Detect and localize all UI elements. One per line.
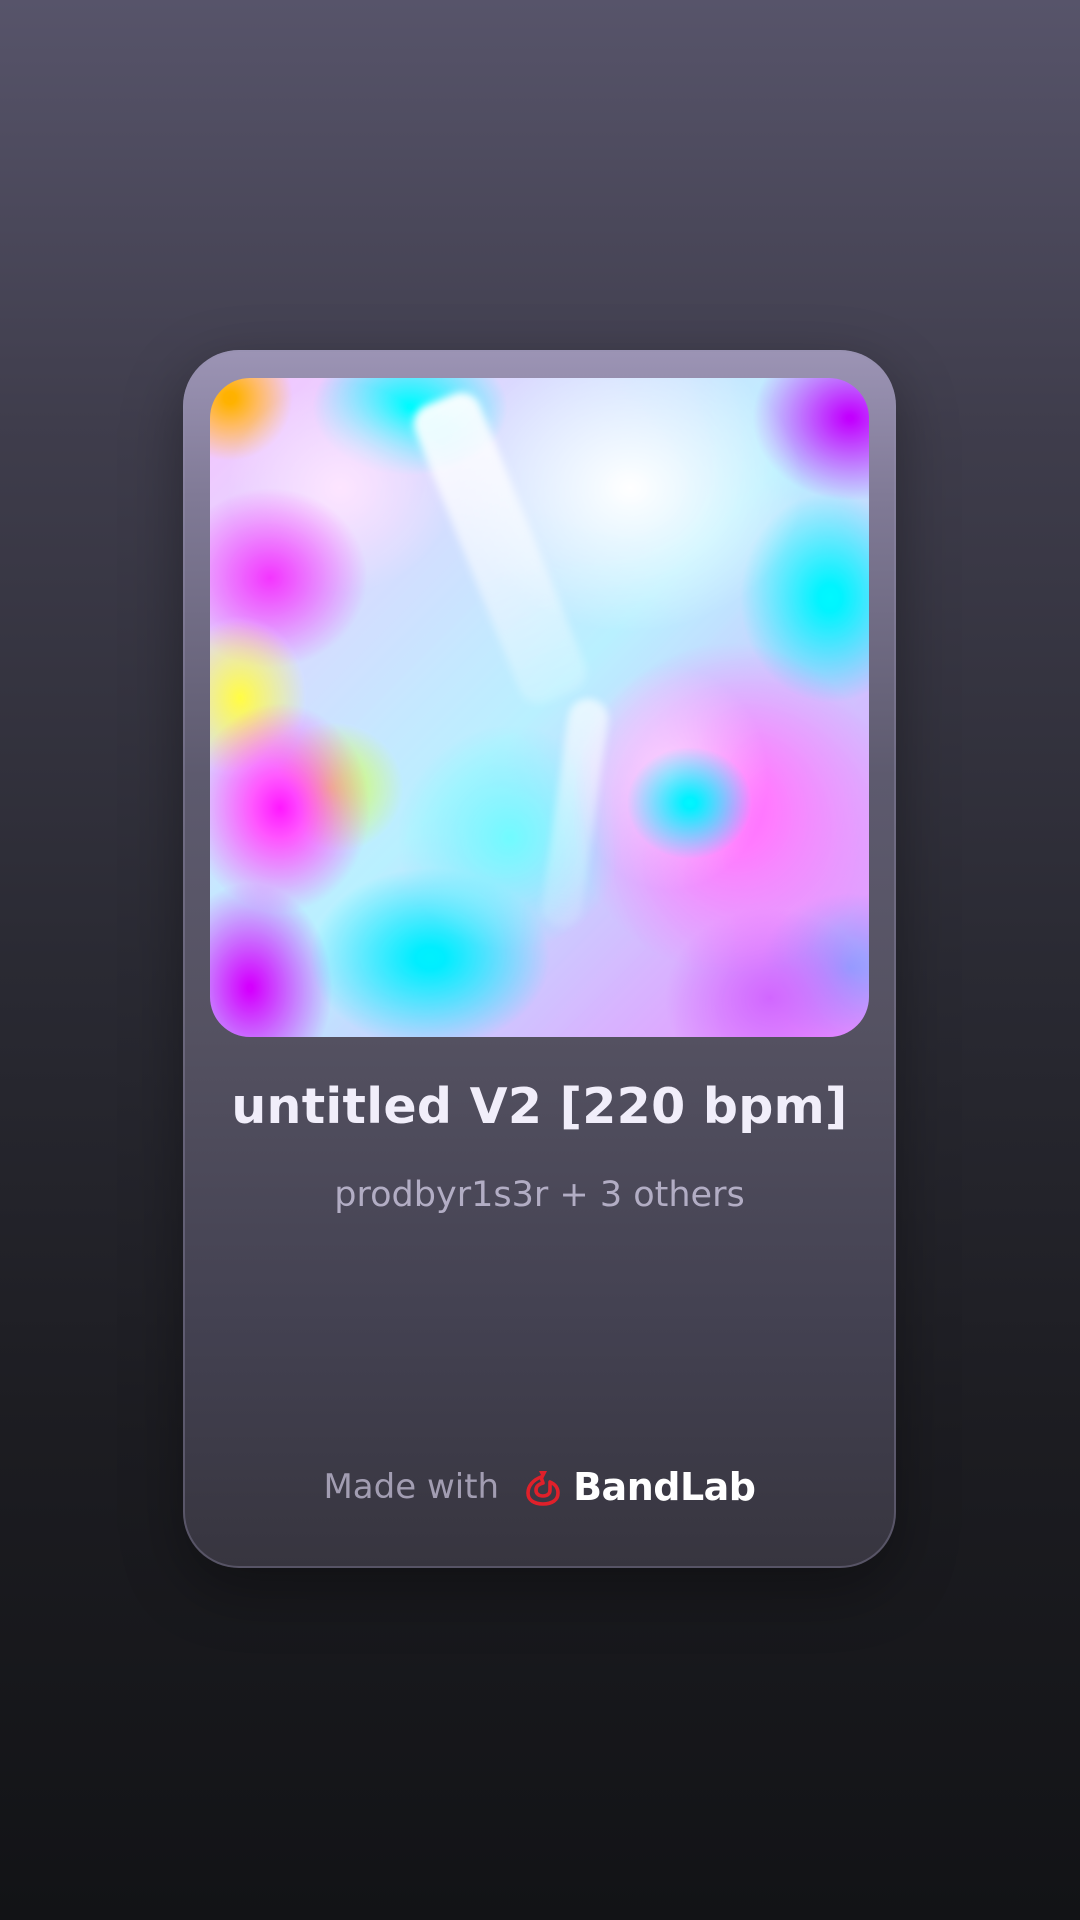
bandlab-logo-icon — [526, 1471, 560, 1506]
bandlab-brand: BandLab — [523, 1465, 756, 1509]
artwork-highlight — [539, 696, 611, 930]
track-artists: prodbyr1s3r + 3 others — [334, 1175, 745, 1215]
brand-name: BandLab — [573, 1465, 756, 1509]
track-title: untitled V2 [220 bpm] — [231, 1078, 848, 1135]
share-card: untitled V2 [220 bpm] prodbyr1s3r + 3 ot… — [183, 350, 896, 1568]
made-with-footer: Made with BandLab — [183, 1465, 896, 1509]
artwork-highlight — [407, 386, 593, 710]
made-with-label: Made with — [323, 1467, 500, 1507]
track-artwork[interactable] — [210, 378, 869, 1037]
